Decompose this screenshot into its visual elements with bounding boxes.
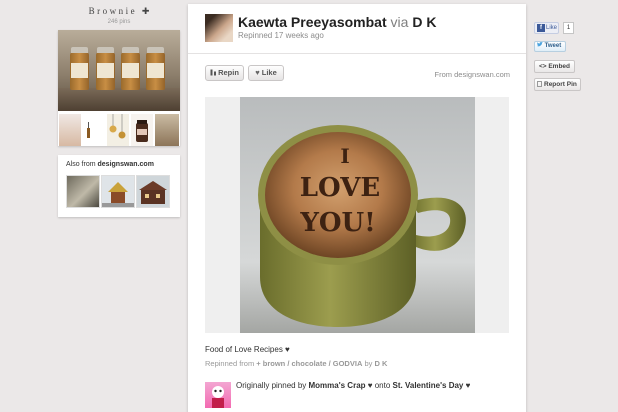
also-from-title: Also from designswan.com <box>58 155 180 168</box>
tweet-label: Tweet <box>544 43 562 49</box>
like-label: Like <box>261 68 277 77</box>
facebook-like-label: Like <box>546 25 558 31</box>
via-text: via <box>390 14 409 30</box>
embed-button[interactable]: <> Embed <box>534 60 575 73</box>
board-thumbnail[interactable] <box>107 114 129 146</box>
repinned-from-prefix: Repinned from <box>205 359 255 368</box>
pin-image-frame: I LOVE YOU! <box>205 97 509 333</box>
house-thumb-graphic <box>102 176 134 207</box>
also-from-prefix: Also from <box>66 161 96 168</box>
pinner-avatar[interactable] <box>205 14 233 42</box>
original-pinner-avatar[interactable] <box>205 382 231 408</box>
board-title-text[interactable]: Brownie <box>89 6 138 16</box>
board-title[interactable]: Brownie ✚ <box>58 6 180 17</box>
repinned-from-by: by <box>364 359 373 368</box>
bulbs-thumb-graphic <box>109 114 126 139</box>
from-source-link[interactable]: From designswan.com <box>435 70 510 79</box>
repin-label: Repin <box>218 68 239 77</box>
pin-image[interactable]: I LOVE YOU! <box>240 97 475 333</box>
heart-icon: ♥ <box>255 68 260 77</box>
pin-detail-card: Kaewta Preeyasombat via D K Repinned 17 … <box>188 4 526 412</box>
facebook-like-count: 1 <box>563 22 574 34</box>
also-from-source-link[interactable]: designswan.com <box>98 161 154 168</box>
flag-icon <box>537 81 542 87</box>
tweet-button[interactable]: Tweet <box>534 41 566 52</box>
cross-icon: ✚ <box>141 7 150 17</box>
board-cover-card[interactable] <box>58 30 180 146</box>
originally-pinned-prefix: Originally pinned by <box>236 381 307 390</box>
pinner-line: Kaewta Preeyasombat via D K <box>238 14 436 30</box>
bottles-thumb-graphic <box>87 122 90 138</box>
also-from-thumbnail[interactable] <box>136 175 170 208</box>
board-sidebar: Brownie ✚ 246 pins <box>58 6 180 146</box>
pin-header: Kaewta Preeyasombat via D K Repinned 17 … <box>188 4 526 54</box>
original-pinner-link[interactable]: Momma's Crap ♥ <box>309 381 373 390</box>
onto-text: onto <box>374 381 391 390</box>
board-pin-count: 246 pins <box>107 19 131 25</box>
jar-graphic <box>70 47 89 90</box>
repinned-from-user-link[interactable]: D K <box>374 359 387 368</box>
facebook-icon: f <box>537 24 545 32</box>
report-pin-button[interactable]: Report Pin <box>534 78 581 91</box>
board-thumbnail[interactable] <box>155 114 179 146</box>
building-thumb-graphic <box>137 176 169 207</box>
shelf-graphic <box>58 88 180 111</box>
like-button[interactable]: ♥ Like <box>248 65 284 81</box>
also-from-thumbnail[interactable] <box>66 175 100 208</box>
repin-icon <box>210 69 217 76</box>
board-thumbnail-row <box>58 114 180 146</box>
board-thumbnail[interactable] <box>59 114 81 146</box>
avatar-graphic <box>212 386 224 408</box>
original-board-link[interactable]: St. Valentine's Day ♥ <box>393 381 471 390</box>
repin-button[interactable]: Repin <box>205 65 244 81</box>
also-from-thumbnail[interactable] <box>101 175 135 208</box>
pin-description: Food of Love Recipes ♥ <box>205 345 290 354</box>
repinned-from-line: Repinned from + brown / chocolate / GODV… <box>205 359 387 368</box>
also-from-card: Also from designswan.com <box>58 155 180 217</box>
repinned-from-board-link[interactable]: + brown / chocolate / GODVIA <box>256 359 362 368</box>
jar-graphic <box>96 47 115 90</box>
jar-thumb-graphic <box>136 120 148 142</box>
board-thumbnail[interactable] <box>83 114 105 146</box>
twitter-icon <box>537 42 543 47</box>
coffee-photo-graphic: I LOVE YOU! <box>258 125 466 327</box>
repinned-time: Repinned 17 weeks ago <box>238 31 324 40</box>
jar-graphic <box>121 47 140 90</box>
photo-text-line: I <box>340 144 349 168</box>
photo-text-line: YOU! <box>299 208 375 238</box>
pinner-name-link[interactable]: Kaewta Preeyasombat <box>238 14 387 30</box>
photo-text-line: LOVE <box>300 173 380 203</box>
board-thumbnail[interactable] <box>131 114 153 146</box>
originally-pinned-line: Originally pinned by Momma's Crap ♥ onto… <box>236 381 470 390</box>
jar-graphic <box>146 47 165 90</box>
via-user-link[interactable]: D K <box>412 14 436 30</box>
report-pin-label: Report Pin <box>544 81 577 88</box>
facebook-like-button[interactable]: f Like <box>534 22 559 34</box>
board-cover-image[interactable] <box>58 30 180 111</box>
